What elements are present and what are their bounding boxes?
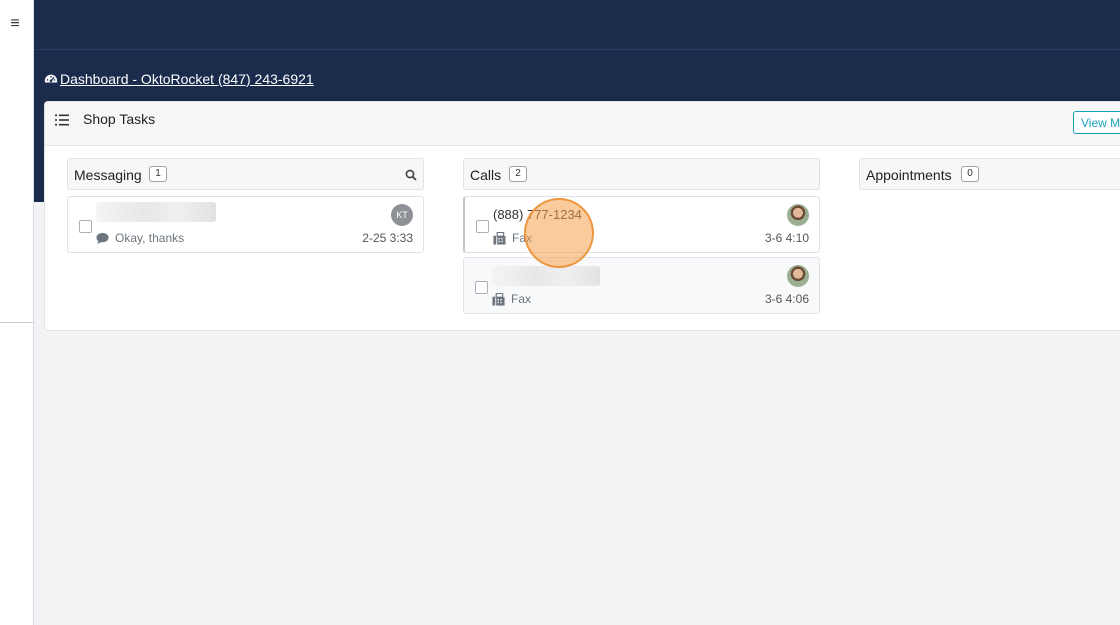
call-type: Fax <box>493 231 532 245</box>
hamburger-menu-icon[interactable]: ≡ <box>7 14 23 34</box>
panel-header: Shop Tasks View My <box>45 102 1120 146</box>
call-select-checkbox[interactable] <box>476 220 489 233</box>
call-timestamp: 3-6 4:06 <box>764 292 809 306</box>
calls-column-header: Calls 2 <box>463 158 820 190</box>
avatar <box>787 204 809 226</box>
call-card[interactable]: (888) 777-1234 Fax 3-6 4:10 <box>463 196 820 253</box>
redacted-contact-name <box>96 202 216 222</box>
rail-divider <box>0 322 33 323</box>
message-card[interactable]: KT Okay, thanks 2-25 3:33 <box>67 196 424 253</box>
appointments-title: Appointments <box>866 167 952 183</box>
call-timestamp: 3-6 4:10 <box>764 231 809 245</box>
fax-icon <box>492 292 505 306</box>
calls-count-badge: 2 <box>509 166 527 182</box>
redacted-phone-number <box>492 266 600 286</box>
messaging-title: Messaging <box>74 167 142 183</box>
call-card[interactable]: Fax 3-6 4:06 <box>463 257 820 314</box>
messaging-count-badge: 1 <box>149 166 167 182</box>
left-rail: ≡ <box>0 0 34 625</box>
calls-title: Calls <box>470 167 502 183</box>
appointments-count-badge: 0 <box>961 166 979 182</box>
panel-title: Shop Tasks <box>83 111 156 127</box>
dashboard-gauge-icon <box>44 74 58 83</box>
shop-tasks-panel: Shop Tasks View My Messaging 1 KT Okay, … <box>44 101 1120 331</box>
avatar <box>787 265 809 287</box>
call-type-label: Fax <box>511 292 532 306</box>
call-phone-number: (888) 777-1234 <box>493 207 582 222</box>
view-my-button[interactable]: View My <box>1073 111 1120 134</box>
call-type: Fax <box>492 292 531 306</box>
call-select-checkbox[interactable] <box>475 281 488 294</box>
speech-bubble-icon <box>96 232 109 244</box>
search-icon[interactable] <box>405 169 417 181</box>
message-preview: Okay, thanks <box>96 231 184 245</box>
message-preview-text: Okay, thanks <box>115 231 185 245</box>
messaging-column-header: Messaging 1 <box>67 158 424 190</box>
breadcrumb-text: Dashboard - OktoRocket (847) 243-6921 <box>60 71 314 87</box>
call-type-label: Fax <box>512 231 533 245</box>
message-timestamp: 2-25 3:33 <box>362 231 413 245</box>
breadcrumb-dashboard-link[interactable]: Dashboard - OktoRocket (847) 243-6921 <box>44 70 314 88</box>
appointments-column-header: Appointments 0 <box>859 158 1120 190</box>
avatar: KT <box>391 204 413 226</box>
message-select-checkbox[interactable] <box>79 220 92 233</box>
header-divider <box>34 49 1120 50</box>
list-icon[interactable] <box>55 114 69 126</box>
fax-icon <box>493 231 506 245</box>
